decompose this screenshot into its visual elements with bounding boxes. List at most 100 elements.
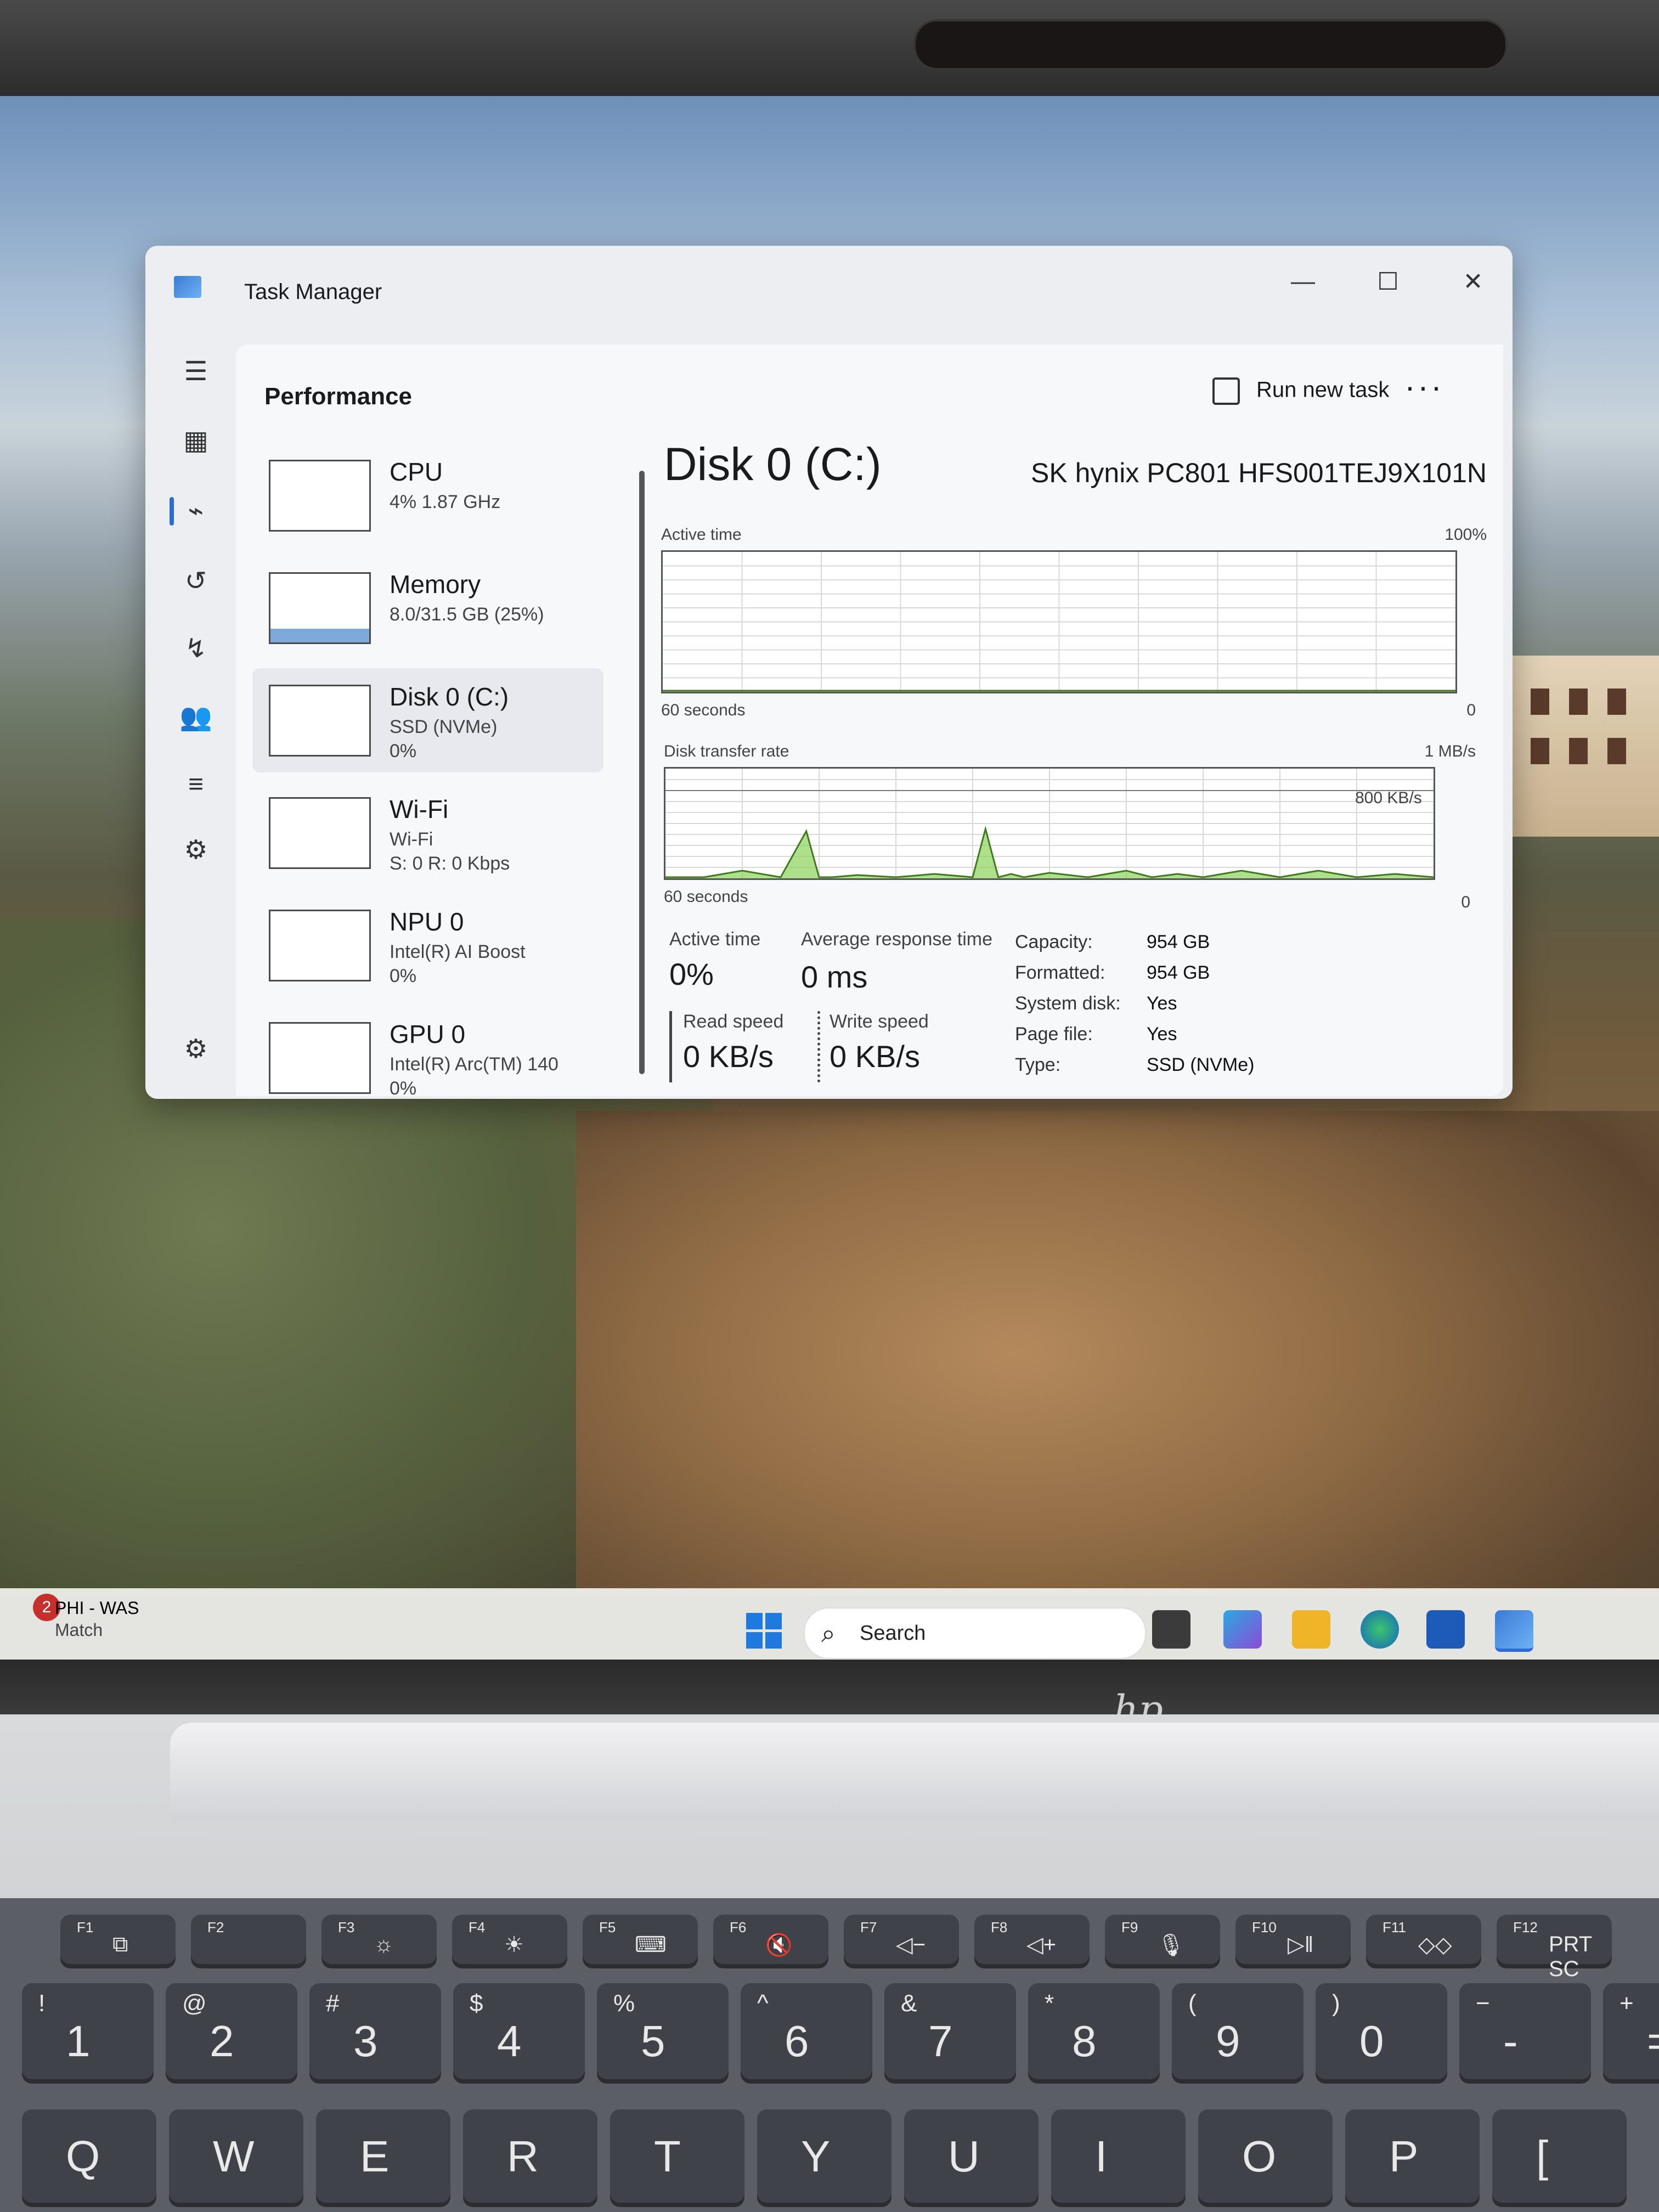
services-icon[interactable]: ⚙ — [174, 828, 218, 872]
number-key[interactable]: ^ 6 — [741, 1983, 872, 2079]
fn-key-glyph: 🎙 — [1157, 1933, 1185, 1957]
letter-key[interactable]: P — [1345, 2109, 1480, 2203]
close-button[interactable]: ✕ — [1451, 268, 1495, 296]
fn-key-glyph: ◁− — [896, 1933, 926, 1957]
fn-key[interactable]: F5 ⌨ — [583, 1915, 698, 1964]
property-value: 954 GB — [1147, 962, 1210, 983]
letter-key[interactable]: W — [169, 2109, 303, 2203]
startup-icon[interactable]: ↯ — [174, 627, 218, 671]
fn-key[interactable]: F11 ◇◇ — [1366, 1915, 1481, 1964]
hamburger-icon[interactable]: ☰ — [174, 350, 218, 394]
number-key[interactable]: += — [1603, 1983, 1659, 2079]
key-shift-label: − — [1476, 1990, 1490, 2017]
store-icon[interactable] — [1426, 1610, 1465, 1649]
key-shift-label: & — [901, 1990, 917, 2017]
taskbar-search[interactable]: ⌕ Search — [804, 1607, 1146, 1659]
task-manager-window: Task Manager — ☐ ✕ ☰ ▦ ⌁ ↺ ↯ 👥 ≡ ⚙ ⚙ Per… — [145, 246, 1513, 1099]
details-icon[interactable]: ≡ — [174, 763, 218, 806]
device-item[interactable]: Memory 8.0/31.5 GB (25%) — [252, 556, 603, 660]
device-usage: 0% — [390, 741, 417, 761]
device-item[interactable]: Wi-Fi Wi-Fi S: 0 R: 0 Kbps — [252, 781, 603, 885]
letter-key[interactable]: E — [316, 2109, 450, 2203]
fn-key[interactable]: F1 ⧉ — [60, 1915, 176, 1964]
key-shift-label: @ — [182, 1990, 207, 2017]
device-name: GPU 0 — [390, 1020, 466, 1048]
key-label: 4 — [497, 2017, 522, 2066]
fn-key[interactable]: F2 — [191, 1915, 306, 1964]
run-new-task-button[interactable]: Run new task — [1212, 377, 1389, 405]
fn-key-label: F8 — [991, 1919, 1008, 1936]
letter-key[interactable]: R — [463, 2109, 597, 2203]
key-shift-label: + — [1620, 1990, 1634, 2017]
fn-key-label: F1 — [77, 1919, 94, 1936]
number-key[interactable]: & 7 — [884, 1983, 1016, 2079]
letter-key[interactable]: O — [1198, 2109, 1333, 2203]
number-key[interactable]: @2 — [166, 1983, 297, 2079]
key-label: O — [1242, 2132, 1277, 2181]
letter-key[interactable]: Q — [22, 2109, 156, 2203]
device-item[interactable]: GPU 0 Intel(R) Arc(TM) 140 0% — [252, 1006, 603, 1110]
device-item[interactable]: Disk 0 (C:) SSD (NVMe) 0% — [252, 668, 603, 772]
fn-key[interactable]: F12 PRT SC — [1497, 1915, 1612, 1981]
key-label: = — [1647, 2016, 1659, 2067]
device-list-scrollbar[interactable] — [639, 471, 645, 1074]
task-manager-taskbar-icon[interactable] — [1495, 1610, 1533, 1652]
fn-key-glyph: ▷‖ — [1288, 1933, 1314, 1957]
fn-key[interactable]: F9 🎙 — [1105, 1915, 1220, 1964]
letter-key[interactable]: [ — [1492, 2109, 1627, 2203]
processes-icon[interactable]: ▦ — [174, 419, 218, 463]
key-shift-label: % — [613, 1990, 635, 2017]
file-explorer-icon[interactable] — [1292, 1610, 1330, 1649]
fn-key[interactable]: F6 🔇 — [713, 1915, 828, 1964]
copilot-icon[interactable] — [1223, 1610, 1262, 1649]
letter-key[interactable]: T — [610, 2109, 744, 2203]
device-item[interactable]: NPU 0 Intel(R) AI Boost 0% — [252, 893, 603, 997]
users-icon[interactable]: 👥 — [174, 696, 218, 740]
fn-key-label: F10 — [1252, 1919, 1277, 1936]
number-key[interactable]: #3 — [309, 1983, 441, 2079]
letter-key[interactable]: U — [904, 2109, 1039, 2203]
key-label: 9 — [1216, 2017, 1240, 2066]
task-view-icon[interactable] — [1152, 1610, 1190, 1649]
page-title: Performance — [264, 383, 413, 410]
number-key[interactable]: (9 — [1172, 1983, 1304, 2079]
number-key[interactable]: % 5 — [597, 1983, 729, 2079]
number-key[interactable]: ) 0 — [1316, 1983, 1447, 2079]
fn-key[interactable]: F3 ☼ — [321, 1915, 437, 1964]
transfer-rate-max: 1 MB/s — [1424, 742, 1476, 760]
key-label: U — [948, 2132, 980, 2181]
key-label: Y — [801, 2132, 831, 2181]
number-key[interactable]: − - — [1459, 1983, 1591, 2079]
fn-key[interactable]: F4 ☀ — [452, 1915, 567, 1964]
device-usage: 0% — [390, 1078, 417, 1099]
key-shift-label: ( — [1188, 1990, 1197, 2017]
more-options-button[interactable]: ··· — [1404, 368, 1444, 405]
letter-key[interactable]: Y — [757, 2109, 891, 2203]
number-key[interactable]: * 8 — [1028, 1983, 1160, 2079]
maximize-button[interactable]: ☐ — [1366, 268, 1410, 296]
fn-key-label: F11 — [1383, 1919, 1406, 1936]
fn-key[interactable]: F8 ◁+ — [974, 1915, 1090, 1964]
settings-icon[interactable]: ⚙ — [174, 1028, 218, 1071]
start-button[interactable] — [746, 1613, 782, 1649]
number-key[interactable]: ! 1 — [22, 1983, 154, 2079]
fn-key[interactable]: F7 ◁− — [844, 1915, 959, 1964]
performance-icon[interactable]: ⌁ — [170, 489, 218, 533]
property-value: Yes — [1147, 993, 1177, 1014]
device-list: CPU 4% 1.87 GHz Memory 8.0/31.5 GB (25%) Dis… — [252, 443, 645, 1099]
keyboard: F1 ⧉ F2 F3 ☼ F4 ☀ F5 ⌨ F6 🔇 F7 ◁− F8 ◁+ F9 🎙 F10 ▷‖ F11 ◇◇ F1… — [0, 1898, 1659, 2212]
device-detail: SSD (NVMe) — [390, 716, 498, 737]
app-history-icon[interactable]: ↺ — [174, 560, 218, 603]
fn-key-glyph: 🔇 — [765, 1933, 793, 1957]
search-icon: ⌕ — [821, 1619, 836, 1647]
active-time-label: Active time — [661, 526, 742, 544]
edge-icon[interactable] — [1361, 1610, 1399, 1649]
minimize-button[interactable]: — — [1281, 268, 1325, 295]
fn-key-label: F6 — [730, 1919, 747, 1936]
letter-key[interactable]: I — [1051, 2109, 1186, 2203]
device-item[interactable]: CPU 4% 1.87 GHz — [252, 443, 603, 548]
fn-key[interactable]: F10 ▷‖ — [1235, 1915, 1351, 1964]
number-key[interactable]: $4 — [453, 1983, 585, 2079]
transfer-rate-graph — [664, 767, 1435, 880]
property-key: System disk: — [1015, 993, 1121, 1014]
